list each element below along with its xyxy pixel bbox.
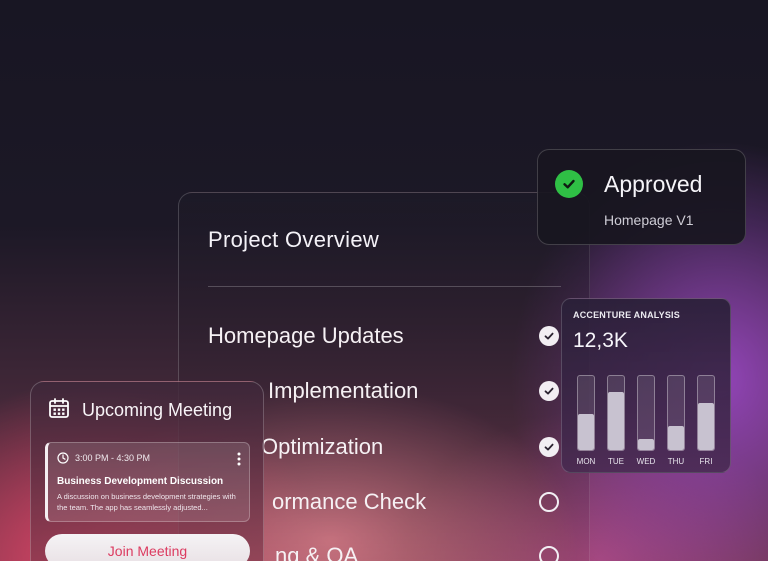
overview-divider	[208, 286, 561, 287]
analysis-value: 12,3K	[573, 329, 628, 352]
bar-label-mon: MON	[576, 457, 596, 466]
bar-track-wed	[637, 375, 655, 451]
approved-subtitle: Homepage V1	[604, 212, 694, 228]
calendar-icon	[49, 398, 69, 418]
event-time: 3:00 PM - 4:30 PM	[75, 453, 151, 463]
bar-wed	[638, 439, 654, 450]
approved-title: Approved	[604, 171, 703, 197]
more-vertical-icon[interactable]	[237, 452, 241, 466]
check-icon[interactable]	[539, 381, 559, 401]
task-label: ormance Check	[272, 489, 427, 514]
task-item-optimization[interactable]: Optimization	[261, 432, 559, 462]
join-meeting-button[interactable]: Join Meeting	[45, 534, 250, 561]
task-label: Homepage Updates	[208, 323, 404, 348]
project-overview-title: Project Overview	[208, 227, 380, 252]
task-item-implementation[interactable]: Implementation	[268, 376, 559, 406]
task-item-performance-check[interactable]: ormance Check	[272, 487, 559, 517]
bar-fri	[698, 403, 714, 450]
bar-label-tue: TUE	[608, 457, 624, 466]
meeting-title: Upcoming Meeting	[82, 400, 233, 420]
analysis-card: ACCENTURE ANALYSIS 12,3K MON TUE WED THU FRI	[561, 298, 731, 473]
bar-track-fri	[697, 375, 715, 451]
clock-icon	[57, 452, 69, 464]
bar-label-wed: WED	[636, 457, 656, 466]
check-icon[interactable]	[539, 437, 559, 457]
task-item-testing-qa[interactable]: ng & QA	[275, 541, 559, 561]
check-circle-icon	[555, 170, 583, 198]
bar-label-thu: THU	[667, 457, 685, 466]
bar-label-fri: FRI	[699, 457, 713, 466]
empty-circle-icon[interactable]	[539, 492, 559, 512]
analysis-bar-chart: MON TUE WED THU FRI	[573, 375, 723, 466]
bar-track-mon	[577, 375, 595, 451]
task-label: Optimization	[261, 434, 384, 459]
bar-track-thu	[667, 375, 685, 451]
task-label: ng & QA	[275, 543, 359, 561]
bar-mon	[578, 414, 594, 450]
check-icon[interactable]	[539, 326, 559, 346]
event-description: A discussion on business development str…	[57, 492, 236, 512]
approved-card: Approved Homepage V1	[537, 149, 746, 245]
meeting-event-item[interactable]: 3:00 PM - 4:30 PM Business Development D…	[45, 442, 250, 522]
event-title: Business Development Discussion	[57, 476, 224, 487]
bar-track-tue	[607, 375, 625, 451]
analysis-title: ACCENTURE ANALYSIS	[573, 310, 680, 320]
bar-tue	[608, 392, 624, 450]
bar-thu	[668, 426, 684, 450]
empty-circle-icon[interactable]	[539, 546, 559, 561]
upcoming-meeting-card: Upcoming Meeting 3:00 PM - 4:30 PM Busin…	[30, 381, 264, 561]
task-item-homepage-updates[interactable]: Homepage Updates	[208, 321, 559, 351]
task-label: Implementation	[268, 378, 419, 403]
